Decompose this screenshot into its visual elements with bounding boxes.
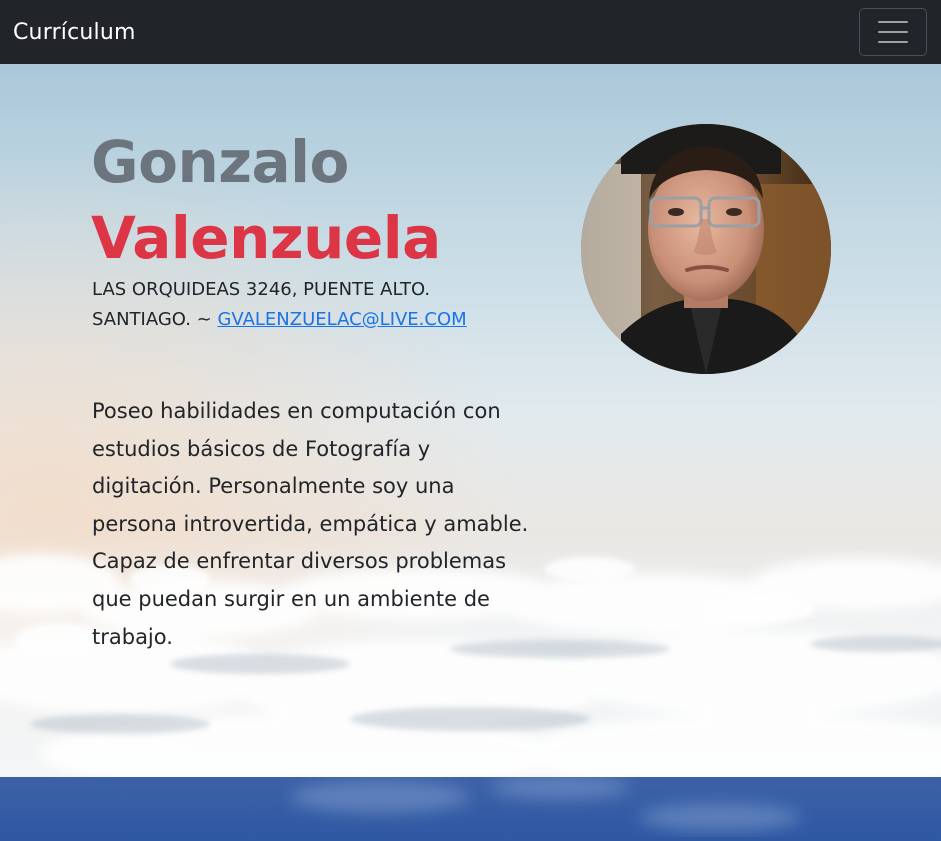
profile-photo [581,124,831,374]
about-paragraph: Poseo habilidades en computación con est… [92,399,529,649]
top-navbar: Currículum [0,0,941,64]
last-name-heading: Valenzuela [91,204,441,272]
navbar-brand[interactable]: Currículum [13,20,136,45]
section-divider [313,745,626,746]
sky-background-strip [290,777,800,831]
email-link[interactable]: gvalenzuelac@live.com [217,309,466,330]
portrait-illustration [581,124,831,374]
navbar-toggler-button[interactable] [859,8,927,56]
contact-line: Las Orquideas 3246, Puente Alto. Santiag… [92,275,512,335]
hamburger-icon [878,21,908,43]
hero-section: Gonzalo Valenzuela Las Orquideas 3246, P… [0,64,941,777]
first-name-heading: Gonzalo [91,128,349,196]
next-section-band [0,777,941,841]
